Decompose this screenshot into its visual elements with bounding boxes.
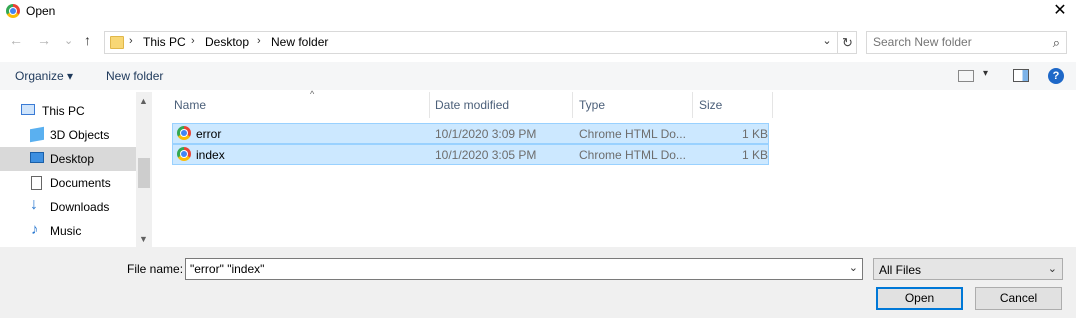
breadcrumb-this-pc[interactable]: This PC [143, 35, 186, 49]
sort-ascending-icon: ^ [310, 89, 315, 99]
file-name-label: File name: [127, 262, 184, 276]
file-list: Name ^ Date modified Type Size error 10/… [152, 89, 1076, 247]
view-dropdown-icon[interactable]: ▾ [983, 68, 988, 79]
chrome-icon [6, 4, 20, 18]
search-input[interactable] [873, 35, 1043, 49]
view-options-icon[interactable] [958, 70, 974, 82]
back-icon[interactable]: ← [9, 32, 23, 48]
folder-icon [110, 36, 124, 49]
sidebar-item-label: 3D Objects [50, 128, 110, 142]
cube-icon [30, 126, 44, 143]
title-bar: Open ✕ [0, 0, 1076, 22]
sidebar-item-this-pc[interactable]: This PC [0, 99, 136, 123]
file-date: 10/1/2020 3:09 PM [435, 127, 537, 141]
sidebar-item-label: Desktop [50, 152, 95, 166]
preview-pane-icon[interactable] [1013, 69, 1029, 82]
window-title: Open [26, 4, 56, 18]
address-row: ← → ⌄ ↑ › This PC › Desktop › New folder… [0, 28, 1076, 58]
file-row-error[interactable]: error 10/1/2020 3:09 PM Chrome HTML Do..… [172, 123, 769, 144]
open-button[interactable]: Open [876, 287, 963, 310]
desktop-icon [30, 152, 44, 163]
scroll-up-icon[interactable]: ▲ [139, 96, 148, 106]
document-icon [31, 176, 42, 190]
breadcrumb-desktop[interactable]: Desktop [205, 35, 249, 49]
file-name: error [196, 127, 222, 141]
sidebar-item-label: This PC [42, 104, 85, 118]
file-name: index [196, 148, 225, 162]
forward-icon[interactable]: → [37, 32, 51, 48]
dialog-footer: File name: ⌄ All Files ⌄ Open Cancel [0, 247, 1076, 318]
column-label: Size [699, 98, 723, 112]
organize-button[interactable]: Organize ▾ [15, 69, 73, 83]
address-bar[interactable]: › This PC › Desktop › New folder ⌄ ↻ [104, 31, 857, 54]
navigation-pane: This PC 3D Objects Desktop Documents ↓ D… [0, 92, 152, 247]
breadcrumb-separator[interactable]: › [257, 35, 261, 47]
toolbar: Organize ▾ New folder ▾ ? [0, 62, 1076, 90]
sidebar-item-music[interactable]: ♪ Music [0, 219, 136, 243]
download-icon: ↓ [30, 196, 38, 213]
sidebar-scrollbar[interactable]: ▲ ▼ [136, 92, 152, 247]
music-icon: ♪ [31, 221, 39, 238]
refresh-icon[interactable]: ↻ [837, 32, 857, 53]
scrollbar-thumb[interactable] [138, 158, 150, 188]
file-row-index[interactable]: index 10/1/2020 3:05 PM Chrome HTML Do..… [172, 144, 769, 165]
search-box[interactable]: ⌕ [866, 31, 1067, 54]
file-date: 10/1/2020 3:05 PM [435, 148, 537, 162]
file-name-combobox[interactable]: ⌄ [185, 258, 863, 280]
file-type: Chrome HTML Do... [579, 127, 686, 141]
filter-dropdown-icon[interactable]: ⌄ [1048, 262, 1057, 275]
file-type-filter-value: All Files [879, 263, 922, 277]
file-size: 1 KB [742, 148, 769, 162]
chrome-icon [177, 147, 191, 161]
column-header-date-modified[interactable]: Date modified [429, 92, 573, 118]
sidebar-item-label: Downloads [50, 200, 110, 214]
search-icon[interactable]: ⌕ [1053, 35, 1060, 51]
chrome-icon [177, 126, 191, 140]
column-header-size[interactable]: Size [693, 92, 773, 118]
breadcrumb-new-folder[interactable]: New folder [271, 35, 328, 49]
sidebar-item-label: Music [50, 224, 82, 238]
sidebar-item-3d-objects[interactable]: 3D Objects [0, 123, 136, 147]
close-icon[interactable]: ✕ [1044, 0, 1076, 22]
sidebar-item-desktop[interactable]: Desktop [0, 147, 136, 171]
recent-locations-icon[interactable]: ⌄ [64, 34, 73, 47]
column-label: Date modified [435, 98, 510, 112]
column-label: Name [174, 98, 207, 112]
sidebar-item-label: Documents [50, 176, 111, 190]
file-size: 1 KB [742, 127, 769, 141]
file-name-dropdown-icon[interactable]: ⌄ [849, 261, 858, 274]
column-header-name[interactable]: Name ^ [168, 89, 430, 118]
sidebar-item-downloads[interactable]: ↓ Downloads [0, 195, 136, 219]
help-icon[interactable]: ? [1048, 68, 1064, 84]
up-icon[interactable]: ↑ [84, 32, 91, 48]
computer-icon [21, 104, 35, 115]
column-header-type[interactable]: Type [573, 92, 693, 118]
file-type: Chrome HTML Do... [579, 148, 686, 162]
new-folder-button[interactable]: New folder [106, 69, 163, 83]
breadcrumb-separator[interactable]: › [191, 35, 195, 47]
address-dropdown-icon[interactable]: ⌄ [819, 34, 835, 52]
column-label: Type [579, 98, 606, 112]
scroll-down-icon[interactable]: ▼ [139, 234, 148, 244]
cancel-button[interactable]: Cancel [975, 287, 1062, 310]
sidebar-item-documents[interactable]: Documents [0, 171, 136, 195]
file-type-filter[interactable]: All Files ⌄ [873, 258, 1063, 280]
breadcrumb-separator[interactable]: › [129, 35, 133, 47]
file-name-input[interactable] [190, 262, 830, 276]
